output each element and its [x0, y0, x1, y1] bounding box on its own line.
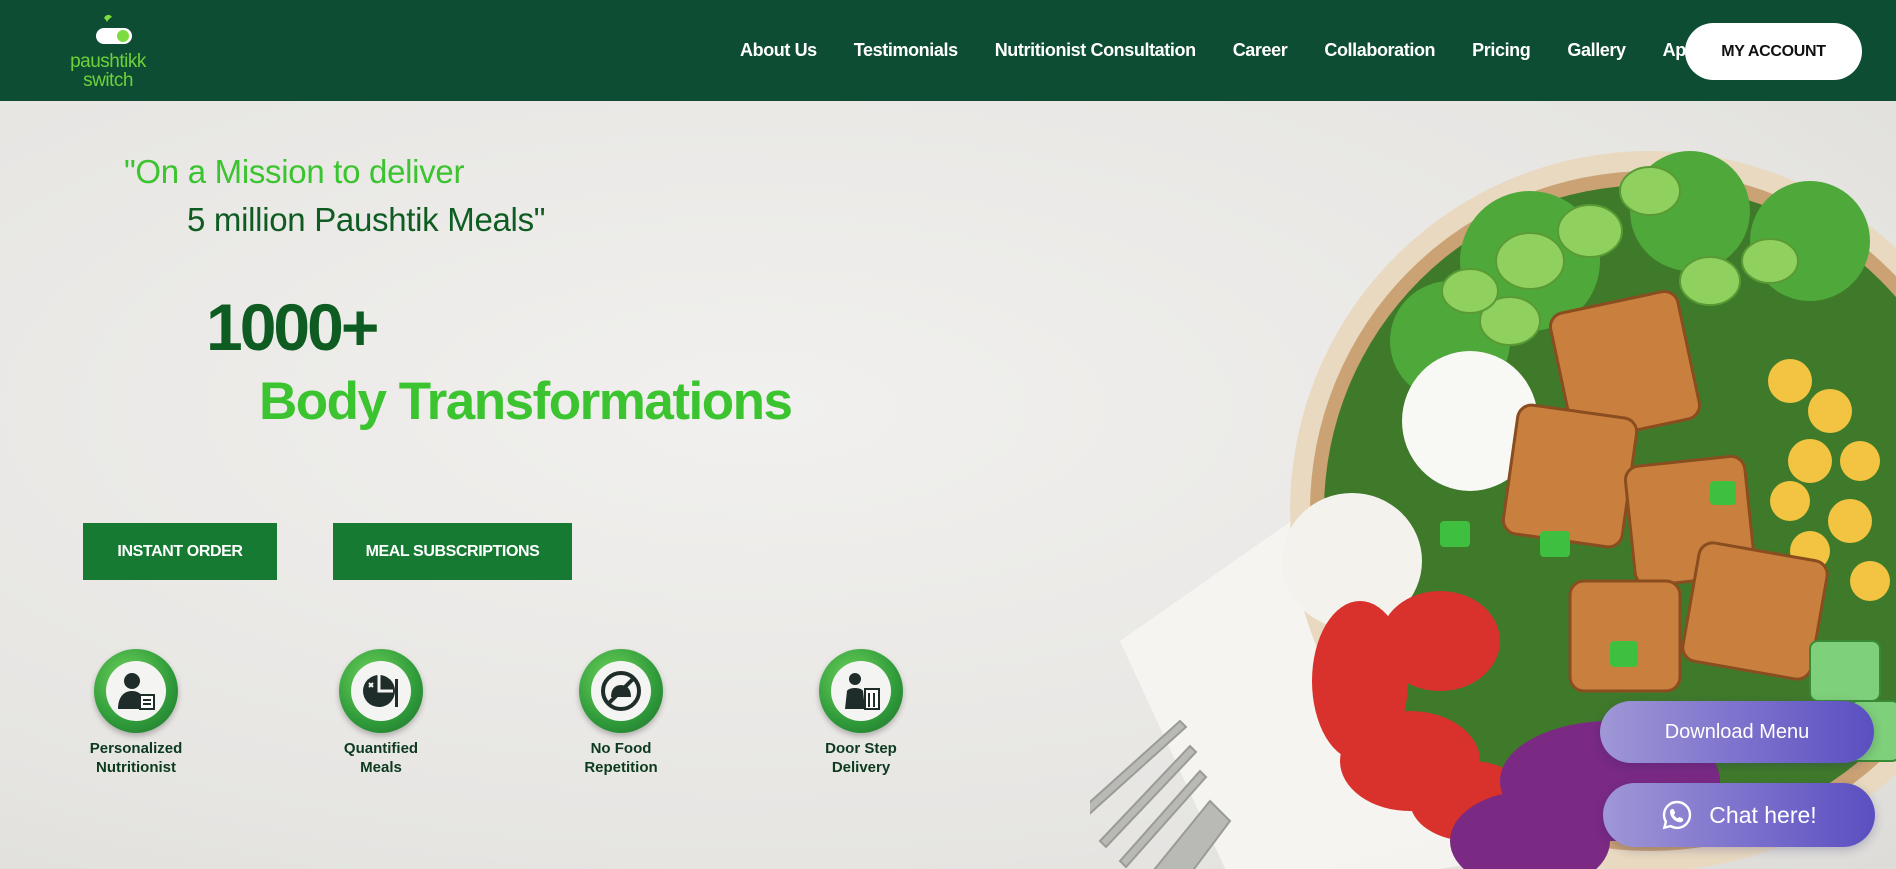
nav-gallery[interactable]: Gallery [1567, 40, 1626, 61]
no-repetition-icon [601, 671, 641, 711]
whatsapp-icon [1663, 800, 1692, 830]
logo-line-1: paushtikk [70, 51, 146, 72]
feature-label-line-1: Quantified [343, 740, 419, 757]
nav-collaboration[interactable]: Collaboration [1324, 40, 1435, 61]
feature-label-line-2: Delivery [831, 759, 891, 776]
meal-subscriptions-button[interactable]: MEAL SUBSCRIPTIONS [333, 523, 572, 580]
nav-about-us[interactable]: About Us [740, 40, 817, 61]
site-header: paushtikk switch About Us Testimonials N… [0, 0, 1896, 101]
instant-order-button[interactable]: INSTANT ORDER [83, 523, 277, 580]
feature-badge [339, 649, 423, 733]
feature-personalized-nutritionist: Personalized Nutritionist [61, 649, 211, 777]
feature-label-line-1: Door Step [825, 740, 897, 757]
feature-label-line-2: Meals [360, 759, 402, 776]
delivery-icon [845, 673, 880, 710]
logo-line-2: switch [83, 70, 133, 91]
quantified-meals-icon [363, 675, 398, 707]
nav-nutritionist-consultation[interactable]: Nutritionist Consultation [995, 40, 1196, 61]
feature-no-food-repetition: No Food Repetition [546, 649, 696, 777]
hero-section: "On a Mission to deliver 5 million Paush… [0, 101, 1896, 869]
feature-label-line-2: Repetition [584, 759, 658, 776]
feature-badge [579, 649, 663, 733]
feature-badge [819, 649, 903, 733]
download-menu-button[interactable]: Download Menu [1600, 701, 1874, 763]
main-nav: About Us Testimonials Nutritionist Consu… [740, 0, 1697, 101]
hero-tagline-line-1: "On a Mission to deliver [124, 153, 465, 190]
transformations-label: Body Transformations [259, 372, 793, 431]
feature-label-line-1: No Food [590, 740, 652, 757]
my-account-button[interactable]: MY ACCOUNT [1685, 23, 1862, 80]
feature-label-line-1: Personalized [89, 740, 183, 757]
feature-quantified-meals: Quantified Meals [306, 649, 456, 777]
transformations-count: 1000+ [206, 290, 379, 364]
logo-text: paushtikk switch [58, 52, 158, 90]
hero-tagline-line-2: 5 million Paushtik Meals" [187, 201, 546, 238]
chat-button-label: Chat here! [1709, 801, 1817, 828]
nav-career[interactable]: Career [1233, 40, 1288, 61]
chat-button[interactable]: Chat here! [1603, 783, 1875, 847]
logo[interactable]: paushtikk switch [54, 12, 158, 92]
feature-badge [94, 649, 178, 733]
feature-label-line-2: Nutritionist [96, 759, 176, 776]
nutritionist-icon [118, 673, 155, 710]
nav-testimonials[interactable]: Testimonials [854, 40, 958, 61]
nav-pricing[interactable]: Pricing [1472, 40, 1531, 61]
logo-icon [96, 14, 132, 44]
feature-door-step-delivery: Door Step Delivery [786, 649, 936, 777]
